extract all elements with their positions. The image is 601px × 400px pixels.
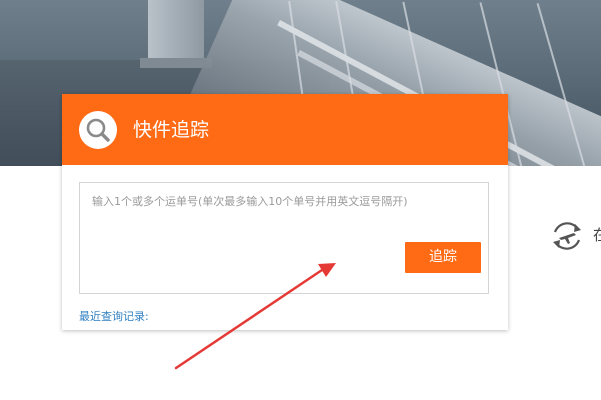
tracking-number-input[interactable]: 输入1个或多个运单号(单次最多输入10个单号并用英文逗号隔开) 追踪 — [79, 182, 489, 294]
tracking-card-header: 快件追踪 — [62, 94, 508, 165]
recent-queries-link[interactable]: 最近查询记录: — [79, 308, 149, 324]
tracking-card-title: 快件追踪 — [133, 119, 210, 141]
track-button[interactable]: 追踪 — [405, 242, 481, 273]
tracking-number-placeholder: 输入1个或多个运单号(单次最多输入10个单号并用英文逗号隔开) — [92, 195, 408, 208]
refresh-plane-icon[interactable] — [548, 217, 586, 255]
tracking-card: 快件追踪 输入1个或多个运单号(单次最多输入10个单号并用英文逗号隔开) 追踪 … — [62, 94, 508, 330]
side-feature-label: 在 — [593, 226, 601, 244]
hero-bridge-pillar — [148, 0, 204, 62]
search-icon — [79, 111, 117, 149]
